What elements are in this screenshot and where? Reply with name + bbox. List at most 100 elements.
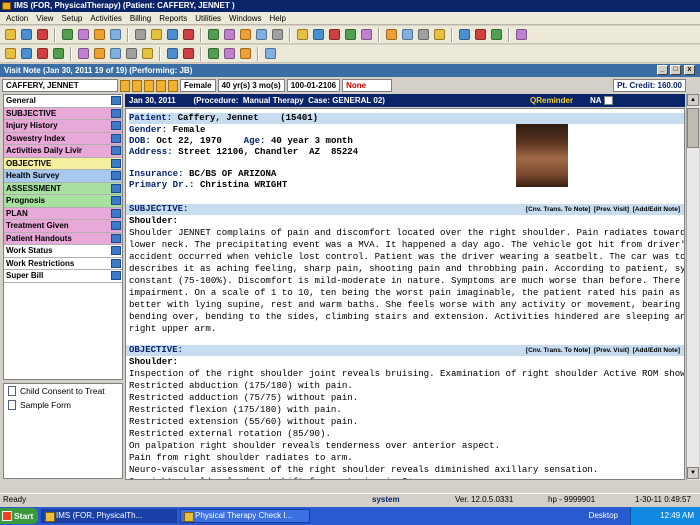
first-button[interactable] xyxy=(76,46,91,61)
taskbar-item[interactable]: IMS (FOR, PhysicalTh... xyxy=(41,509,177,523)
menu-windows[interactable]: Windows xyxy=(225,14,265,23)
qreminder-link[interactable]: QReminder xyxy=(530,94,573,107)
copy-icon xyxy=(208,48,219,59)
scroll-thumb[interactable] xyxy=(687,108,699,148)
menu-activities[interactable]: Activities xyxy=(86,14,126,23)
menu-action[interactable]: Action xyxy=(2,14,32,23)
chart-button[interactable] xyxy=(133,27,148,42)
content-scrollbar[interactable]: ▲ ▼ xyxy=(686,94,699,480)
notes-button[interactable] xyxy=(108,27,123,42)
menu-billing[interactable]: Billing xyxy=(126,14,155,23)
menu-view[interactable]: View xyxy=(32,14,57,23)
nav-item-assessment[interactable]: ASSESSMENT xyxy=(4,182,122,195)
na-checkbox[interactable] xyxy=(604,96,613,105)
nav-item-work-restrictions[interactable]: Work Restrictions xyxy=(4,257,122,270)
grid-button[interactable] xyxy=(181,27,196,42)
list-button[interactable] xyxy=(327,27,342,42)
table-button[interactable] xyxy=(254,27,269,42)
add-button[interactable] xyxy=(140,46,155,61)
excel-button[interactable] xyxy=(457,27,472,42)
last-button[interactable] xyxy=(124,46,139,61)
preview-button[interactable] xyxy=(51,46,66,61)
report-button[interactable] xyxy=(238,46,253,61)
new-button[interactable] xyxy=(3,46,18,61)
nav-item-objective[interactable]: OBJECTIVE xyxy=(4,157,122,170)
minimize-button[interactable]: _ xyxy=(657,65,668,75)
pie-button[interactable] xyxy=(311,27,326,42)
nav-item-general[interactable]: General xyxy=(4,95,122,108)
nav-item-injury-history[interactable]: Injury History xyxy=(4,120,122,133)
nav-item-activities-daily-livir[interactable]: Activities Daily Livir xyxy=(4,145,122,158)
menu-reports[interactable]: Reports xyxy=(155,14,191,23)
nav-item-health-survey[interactable]: Health Survey xyxy=(4,170,122,183)
monitor-button[interactable] xyxy=(400,27,415,42)
phone-button[interactable] xyxy=(359,27,374,42)
key-button[interactable] xyxy=(19,27,34,42)
print-button[interactable] xyxy=(206,27,221,42)
nav-item-plan[interactable]: PLAN xyxy=(4,207,122,220)
objective-header: OBJECTIVE: [Cnv. Trans. To Note] [Prev. … xyxy=(126,345,684,356)
doc-button[interactable] xyxy=(416,27,431,42)
globe-button[interactable] xyxy=(384,27,399,42)
next-button[interactable] xyxy=(108,46,123,61)
nav-item-work-status[interactable]: Work Status xyxy=(4,245,122,258)
help-button[interactable] xyxy=(473,27,488,42)
paste-button[interactable] xyxy=(222,46,237,61)
nav-item-prognosis[interactable]: Prognosis xyxy=(4,195,122,208)
nav-item-icon xyxy=(111,133,121,143)
menu-setup[interactable]: Setup xyxy=(57,14,86,23)
na-label: NA xyxy=(590,96,602,105)
alert-icon[interactable] xyxy=(120,79,130,92)
taskbar-item[interactable]: Physical Therapy Check I... xyxy=(180,509,310,523)
nav-item-super-bill[interactable]: Super Bill xyxy=(4,270,122,283)
word-button[interactable] xyxy=(432,27,447,42)
subjective-line: lower neck. The precipitating event was … xyxy=(129,239,685,250)
objective-links[interactable]: [Cnv. Trans. To Note] [Prev. Visit] [Add… xyxy=(526,345,680,356)
refresh-button[interactable] xyxy=(181,46,196,61)
save-button[interactable] xyxy=(238,27,253,42)
alert-icon[interactable] xyxy=(156,79,166,92)
save-button[interactable] xyxy=(19,46,34,61)
menu-utilities[interactable]: Utilities xyxy=(191,14,225,23)
document-item[interactable]: Child Consent to Treat xyxy=(4,384,122,398)
gear-button[interactable] xyxy=(165,27,180,42)
maximize-button[interactable]: □ xyxy=(670,65,681,75)
visit-date-bar: Jan 30, 2011 (Procedure: Manual Therapy … xyxy=(125,94,685,107)
home-button[interactable] xyxy=(3,27,18,42)
chart-bar-button[interactable] xyxy=(295,27,310,42)
logout-button[interactable] xyxy=(514,27,529,42)
menu-help[interactable]: Help xyxy=(266,14,290,23)
delete-button[interactable] xyxy=(165,46,180,61)
subjective-links[interactable]: [Cnv. Trans. To Note] [Prev. Visit] [Add… xyxy=(526,204,680,215)
desktop-label[interactable]: Desktop xyxy=(578,507,618,525)
calendar-button[interactable] xyxy=(35,27,50,42)
close-button[interactable] xyxy=(263,46,278,61)
nav-item-treatment-given[interactable]: Treatment Given xyxy=(4,220,122,233)
alert-icon[interactable] xyxy=(132,79,142,92)
nav-item-subjective[interactable]: SUBJECTIVE xyxy=(4,107,122,120)
calculator-button[interactable] xyxy=(343,27,358,42)
nav-item-oswestry-index[interactable]: Oswestry Index xyxy=(4,132,122,145)
mail-button[interactable] xyxy=(222,27,237,42)
nav-item-label: General xyxy=(6,96,36,105)
image-button[interactable] xyxy=(270,27,285,42)
person-button[interactable] xyxy=(60,27,75,42)
prev-button[interactable] xyxy=(92,46,107,61)
nav-item-icon xyxy=(111,146,121,155)
lock-button[interactable] xyxy=(489,27,504,42)
scroll-down-button[interactable]: ▼ xyxy=(687,467,699,479)
toolbar-separator xyxy=(378,27,380,42)
document-item[interactable]: Sample Form xyxy=(4,398,122,412)
people-button[interactable] xyxy=(149,27,164,42)
nav-item-patient-handouts[interactable]: Patient Handouts xyxy=(4,232,122,245)
scroll-up-button[interactable]: ▲ xyxy=(687,94,699,106)
print-button[interactable] xyxy=(35,46,50,61)
alert-icon[interactable] xyxy=(144,79,154,92)
alert-icon[interactable] xyxy=(168,79,178,92)
section-navigator: General SUBJECTIVE Injury History Oswestry … xyxy=(3,94,123,380)
close-button[interactable]: x xyxy=(684,65,695,75)
start-button[interactable]: Start xyxy=(0,508,38,524)
copy-button[interactable] xyxy=(206,46,221,61)
edit-button[interactable] xyxy=(92,27,107,42)
folder-button[interactable] xyxy=(76,27,91,42)
